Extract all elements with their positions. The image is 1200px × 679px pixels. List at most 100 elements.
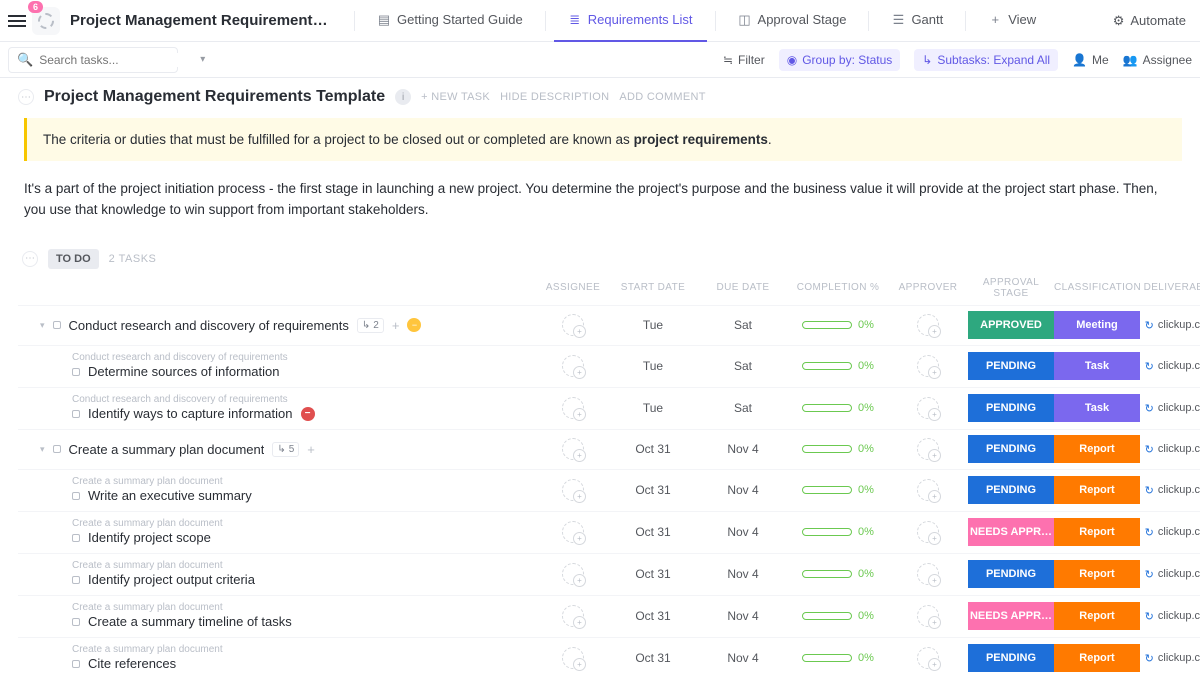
me-button[interactable]: 👤Me [1072,53,1109,67]
subtask-row[interactable]: Create a summary plan document Identify … [18,553,1200,595]
search-box[interactable]: 🔍 ▾ [8,47,178,73]
priority-icon[interactable]: − [407,318,421,332]
classification-tag[interactable]: Report [1054,476,1140,504]
add-subtask-icon[interactable]: + [307,442,315,457]
approver-placeholder[interactable] [917,563,939,585]
deliverable-link[interactable]: ↻clickup.com [1140,652,1200,665]
status-dot[interactable] [72,576,80,584]
approval-stage-tag[interactable]: PENDING [968,644,1054,672]
due-date[interactable]: Nov 4 [698,651,788,665]
start-date[interactable]: Oct 31 [608,525,698,539]
start-date[interactable]: Oct 31 [608,567,698,581]
classification-tag[interactable]: Meeting [1054,311,1140,339]
collapse-icon[interactable]: ▾ [40,444,45,455]
add-subtask-icon[interactable]: + [392,318,400,333]
status-dot[interactable] [53,445,61,453]
deliverable-link[interactable]: ↻clickup.com [1140,568,1200,581]
deliverable-link[interactable]: ↻clickup.com [1140,484,1200,497]
task-name[interactable]: Identify project scope [88,530,211,545]
status-circle-icon[interactable]: ⋯ [18,89,34,105]
deliverable-link[interactable]: ↻clickup.com [1140,610,1200,623]
approver-placeholder[interactable] [917,521,939,543]
tab-getting-started[interactable]: ▤ Getting Started Guide [363,0,537,42]
start-date[interactable]: Oct 31 [608,442,698,456]
due-date[interactable]: Nov 4 [698,442,788,456]
classification-tag[interactable]: Report [1054,644,1140,672]
approval-stage-tag[interactable]: NEEDS APPR… [968,518,1054,546]
chevron-down-icon[interactable]: ▾ [200,54,205,65]
assignee-placeholder[interactable] [562,397,584,419]
subtask-row[interactable]: Conduct research and discovery of requir… [18,387,1200,429]
completion[interactable]: 0% [788,360,888,372]
task-name[interactable]: Create a summary timeline of tasks [88,614,292,629]
page-title-short[interactable]: Project Management Requirements Te… [70,12,330,29]
status-dot[interactable] [53,321,61,329]
assignee-placeholder[interactable] [562,605,584,627]
deliverable-link[interactable]: ↻clickup.com [1140,319,1200,332]
deliverable-link[interactable]: ↻clickup.com [1140,402,1200,415]
approver-placeholder[interactable] [917,397,939,419]
completion[interactable]: 0% [788,526,888,538]
status-dot[interactable] [72,660,80,668]
groupby-button[interactable]: ◉Group by: Status [779,49,901,71]
assignee-placeholder[interactable] [562,647,584,669]
completion[interactable]: 0% [788,443,888,455]
assignee-placeholder[interactable] [562,438,584,460]
completion[interactable]: 0% [788,652,888,664]
subtasks-button[interactable]: ↳Subtasks: Expand All [914,49,1058,71]
col-approver[interactable]: APPROVER [888,282,968,293]
approval-stage-tag[interactable]: PENDING [968,560,1054,588]
col-duedate[interactable]: DUE DATE [698,282,788,293]
approver-placeholder[interactable] [917,479,939,501]
approval-stage-tag[interactable]: NEEDS APPR… [968,602,1054,630]
collapse-icon[interactable]: ▾ [40,320,45,331]
status-dot[interactable] [72,534,80,542]
approval-stage-tag[interactable]: APPROVED [968,311,1054,339]
start-date[interactable]: Tue [608,401,698,415]
completion[interactable]: 0% [788,402,888,414]
col-assignee[interactable]: ASSIGNEE [538,282,608,293]
subtask-row[interactable]: Conduct research and discovery of requir… [18,345,1200,387]
filter-button[interactable]: ≒Filter [723,53,765,67]
assignee-button[interactable]: 👥Assignee [1123,53,1192,67]
start-date[interactable]: Tue [608,359,698,373]
approval-stage-tag[interactable]: PENDING [968,476,1054,504]
subtask-count[interactable]: ↳ 5 [272,442,299,457]
hide-description-button[interactable]: HIDE DESCRIPTION [500,91,609,103]
subtask-row[interactable]: Create a summary plan document Identify … [18,511,1200,553]
group-settings-icon[interactable]: ⋯ [22,251,38,267]
info-icon[interactable]: i [395,89,411,105]
subtask-row[interactable]: Create a summary plan document Cite refe… [18,637,1200,679]
task-name[interactable]: Determine sources of information [88,364,279,379]
approval-stage-tag[interactable]: PENDING [968,394,1054,422]
task-name[interactable]: Identify ways to capture information [88,406,293,421]
due-date[interactable]: Sat [698,359,788,373]
task-row[interactable]: ▾ Conduct research and discovery of requ… [18,305,1200,345]
classification-tag[interactable]: Task [1054,352,1140,380]
due-date[interactable]: Nov 4 [698,567,788,581]
search-input[interactable] [39,53,194,67]
approver-placeholder[interactable] [917,355,939,377]
start-date[interactable]: Tue [608,318,698,332]
col-completion[interactable]: COMPLETION % [788,282,888,293]
blocked-icon[interactable]: − [301,407,315,421]
start-date[interactable]: Oct 31 [608,609,698,623]
classification-tag[interactable]: Report [1054,602,1140,630]
col-approvalstage[interactable]: APPROVAL STAGE [968,277,1054,299]
start-date[interactable]: Oct 31 [608,483,698,497]
new-task-button[interactable]: NEW TASK [421,91,490,103]
classification-tag[interactable]: Task [1054,394,1140,422]
due-date[interactable]: Sat [698,401,788,415]
assignee-placeholder[interactable] [562,479,584,501]
subtask-count[interactable]: ↳ 2 [357,318,384,333]
assignee-placeholder[interactable] [562,314,584,336]
completion[interactable]: 0% [788,568,888,580]
task-name[interactable]: Write an executive summary [88,488,252,503]
add-comment-button[interactable]: ADD COMMENT [619,91,705,103]
due-date[interactable]: Nov 4 [698,609,788,623]
tab-gantt[interactable]: ☰ Gantt [877,0,957,42]
assignee-placeholder[interactable] [562,563,584,585]
status-dot[interactable] [72,368,80,376]
task-name[interactable]: Cite references [88,656,176,671]
deliverable-link[interactable]: ↻clickup.com [1140,443,1200,456]
